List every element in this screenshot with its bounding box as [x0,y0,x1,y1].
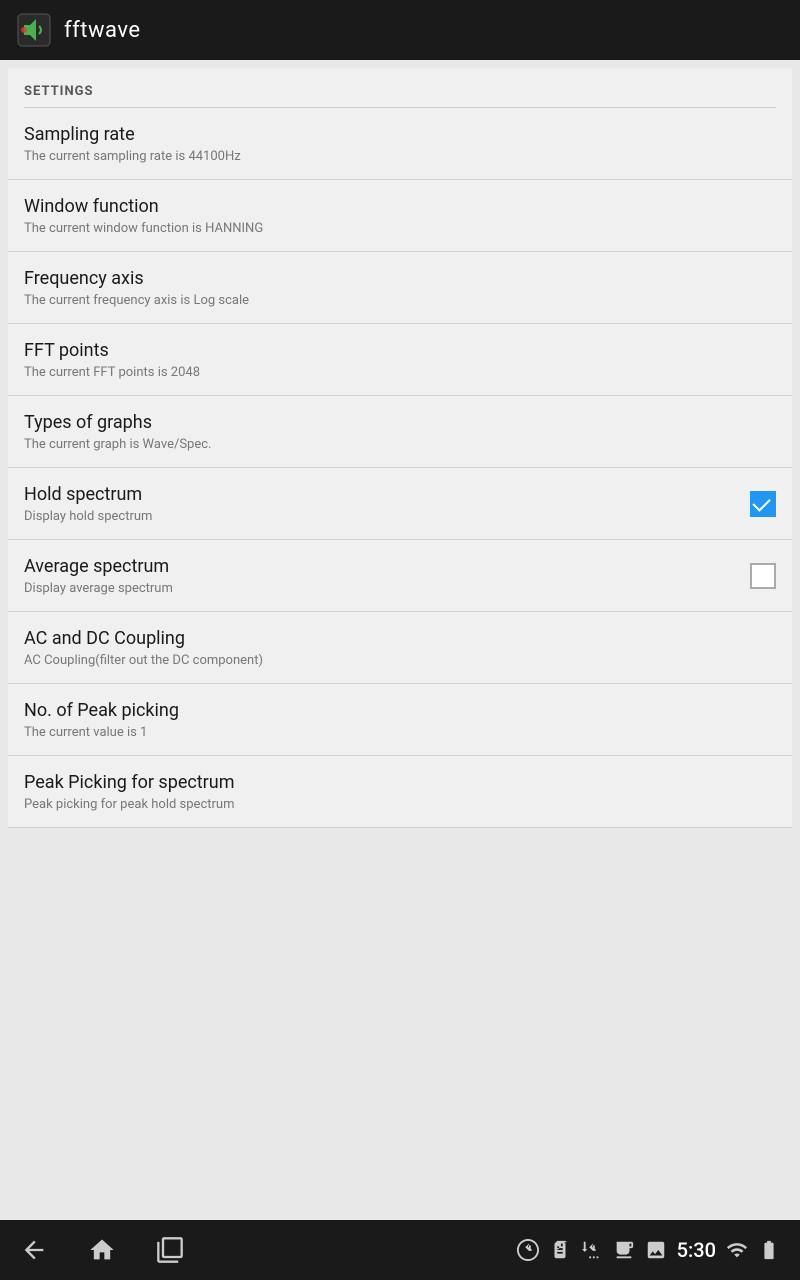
sim-icon [549,1239,571,1261]
setting-text-types-of-graphs: Types of graphs The current graph is Wave… [24,412,776,452]
setting-item-types-of-graphs[interactable]: Types of graphs The current graph is Wave… [8,396,792,468]
setting-text-frequency-axis: Frequency axis The current frequency axis… [24,268,776,308]
nav-bar: 5:30 [0,1220,800,1280]
setting-text-fft-points: FFT points The current FFT points is 2048 [24,340,776,380]
checkbox-average-spectrum[interactable] [750,563,776,589]
app-title: fftwave [64,18,141,43]
battery-icon [758,1239,780,1261]
setting-text-sampling-rate: Sampling rate The current sampling rate i… [24,124,776,164]
back-button[interactable] [20,1236,48,1264]
home-button[interactable] [88,1236,116,1264]
setting-text-hold-spectrum: Hold spectrum Display hold spectrum [24,484,734,524]
setting-subtitle-ac-dc-coupling: AC Coupling(filter out the DC component) [24,653,776,668]
setting-title-hold-spectrum: Hold spectrum [24,484,734,505]
recents-button[interactable] [156,1236,184,1264]
setting-item-average-spectrum[interactable]: Average spectrum Display average spectrum [8,540,792,612]
setting-text-average-spectrum: Average spectrum Display average spectrum [24,556,734,596]
setting-text-peak-picking-spectrum: Peak Picking for spectrum Peak picking fo… [24,772,776,812]
usb-icon [517,1239,539,1261]
setting-title-window-function: Window function [24,196,776,217]
setting-title-peak-picking-spectrum: Peak Picking for spectrum [24,772,776,793]
settings-container: SETTINGS Sampling rate The current sampli… [8,68,792,828]
setting-title-ac-dc-coupling: AC and DC Coupling [24,628,776,649]
setting-subtitle-peak-picking-spectrum: Peak picking for peak hold spectrum [24,797,776,812]
setting-subtitle-fft-points: The current FFT points is 2048 [24,365,776,380]
setting-subtitle-no-peak-picking: The current value is 1 [24,725,776,740]
setting-title-types-of-graphs: Types of graphs [24,412,776,433]
setting-text-window-function: Window function The current window functi… [24,196,776,236]
setting-control-average-spectrum[interactable] [750,563,776,589]
setting-title-fft-points: FFT points [24,340,776,361]
setting-title-average-spectrum: Average spectrum [24,556,734,577]
setting-subtitle-average-spectrum: Display average spectrum [24,581,734,596]
status-time: 5:30 [677,1238,716,1262]
settings-header: SETTINGS [8,68,792,107]
setting-title-sampling-rate: Sampling rate [24,124,776,145]
settings-list: Sampling rate The current sampling rate i… [8,108,792,828]
setting-item-peak-picking-spectrum[interactable]: Peak Picking for spectrum Peak picking fo… [8,756,792,828]
setting-item-window-function[interactable]: Window function The current window functi… [8,180,792,252]
setting-item-no-peak-picking[interactable]: No. of Peak picking The current value is … [8,684,792,756]
wifi-icon [726,1239,748,1261]
setting-subtitle-types-of-graphs: The current graph is Wave/Spec. [24,437,776,452]
content-area: SETTINGS Sampling rate The current sampli… [0,60,800,1220]
app-bar: fftwave [0,0,800,60]
setting-subtitle-window-function: The current window function is HANNING [24,221,776,236]
setting-subtitle-frequency-axis: The current frequency axis is Log scale [24,293,776,308]
setting-item-fft-points[interactable]: FFT points The current FFT points is 2048 [8,324,792,396]
setting-item-ac-dc-coupling[interactable]: AC and DC Coupling AC Coupling(filter out… [8,612,792,684]
checkbox-hold-spectrum[interactable] [750,491,776,517]
nav-right: 5:30 [517,1238,780,1262]
news-icon [613,1239,635,1261]
nav-left [20,1236,184,1264]
setting-item-sampling-rate[interactable]: Sampling rate The current sampling rate i… [8,108,792,180]
setting-control-hold-spectrum[interactable] [750,491,776,517]
photo-icon [645,1239,667,1261]
setting-item-frequency-axis[interactable]: Frequency axis The current frequency axis… [8,252,792,324]
setting-item-hold-spectrum[interactable]: Hold spectrum Display hold spectrum [8,468,792,540]
setting-subtitle-hold-spectrum: Display hold spectrum [24,509,734,524]
app-icon [16,12,52,48]
setting-title-frequency-axis: Frequency axis [24,268,776,289]
setting-title-no-peak-picking: No. of Peak picking [24,700,776,721]
setting-text-no-peak-picking: No. of Peak picking The current value is … [24,700,776,740]
setting-text-ac-dc-coupling: AC and DC Coupling AC Coupling(filter out… [24,628,776,668]
usb-storage-icon [581,1239,603,1261]
setting-subtitle-sampling-rate: The current sampling rate is 44100Hz [24,149,776,164]
